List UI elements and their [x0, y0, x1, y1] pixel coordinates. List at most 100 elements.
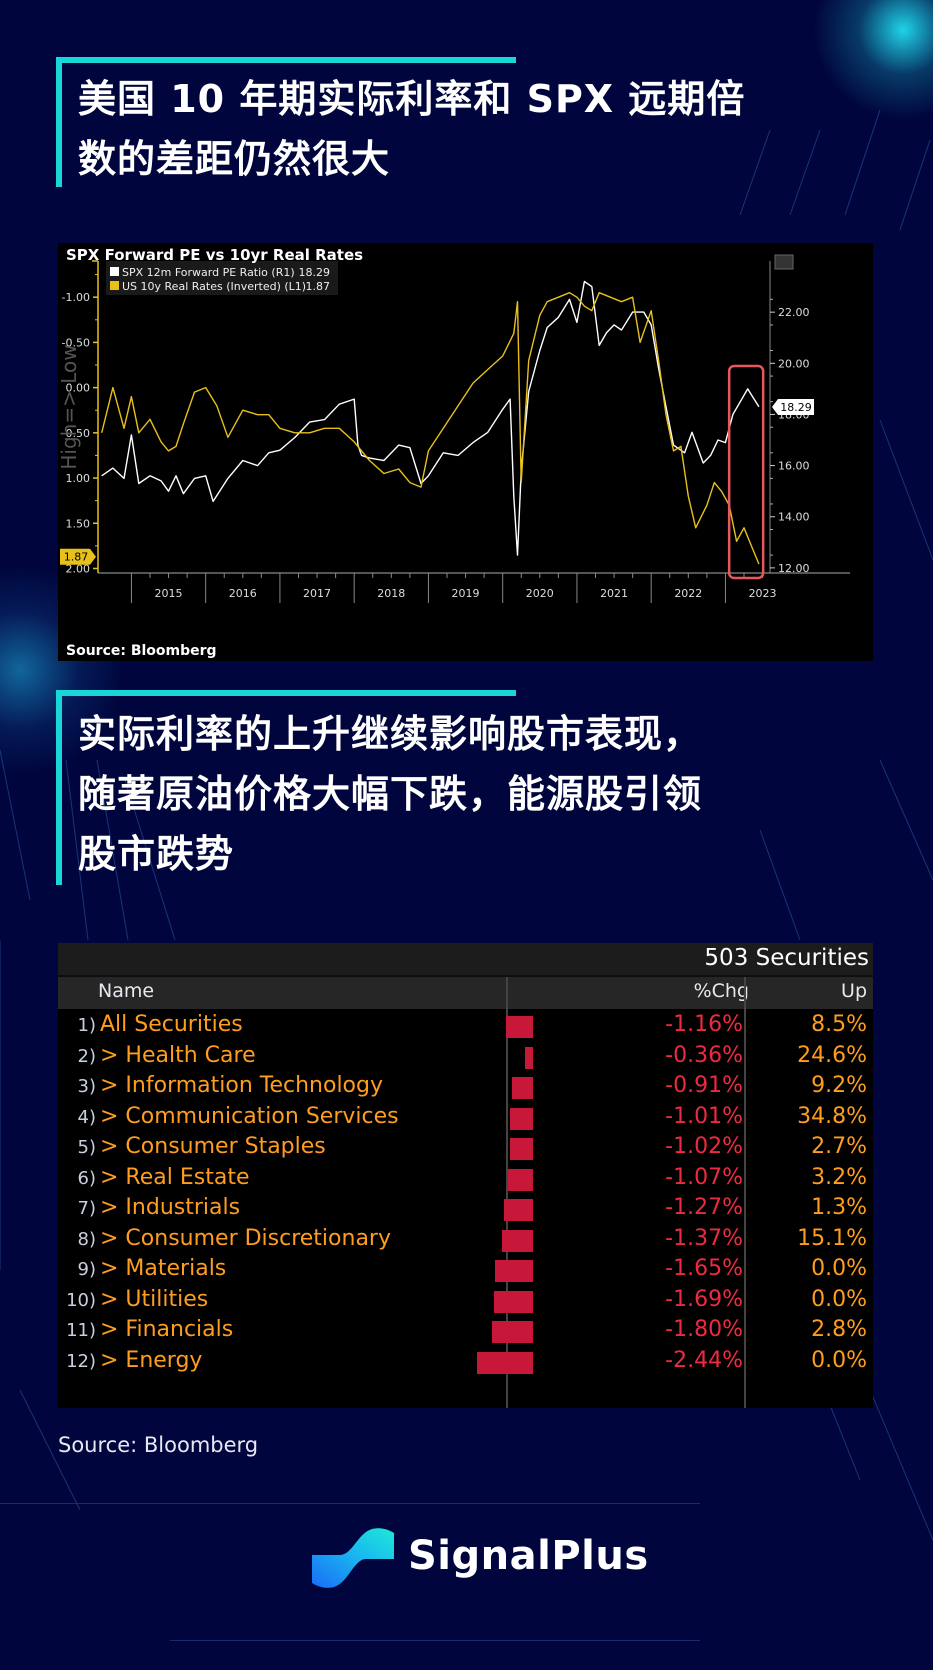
table-row[interactable]: 6) > Real Estate -1.07% 3.2% — [58, 1164, 873, 1196]
row-index: 9) — [77, 1259, 96, 1280]
percent-up: 0.0% — [811, 1286, 867, 1312]
sector-name[interactable]: > Health Care — [100, 1043, 256, 1068]
sector-table: 503 Securities Name %Chg Up 1) All Securi… — [58, 943, 873, 1408]
change-bar — [491, 1321, 533, 1343]
heading-accent-bar-top — [56, 57, 516, 63]
percent-up: 24.6% — [797, 1042, 867, 1068]
table-row[interactable]: 7) > Industrials -1.27% 1.3% — [58, 1194, 873, 1226]
legend-label: SPX 12m Forward PE Ratio (R1) — [122, 266, 295, 279]
brand-logo: SignalPlus — [312, 1525, 648, 1595]
sector-name[interactable]: > Industrials — [100, 1195, 240, 1220]
row-index: 7) — [77, 1198, 96, 1219]
change-bar — [509, 1138, 533, 1160]
table-row[interactable]: 9) > Materials -1.65% 0.0% — [58, 1255, 873, 1287]
x-tick-label: 2016 — [229, 587, 257, 600]
heading-line: 实际利率的上升继续影响股市表现， — [78, 712, 703, 756]
right-tick-label: 14.00 — [778, 511, 810, 524]
percent-change: -1.65% — [665, 1256, 743, 1281]
change-bar — [503, 1199, 533, 1221]
x-tick-label: 2023 — [749, 587, 777, 600]
chart-options-icon — [774, 254, 794, 270]
table-row[interactable]: 1) All Securities -1.16% 8.5% — [58, 1011, 873, 1043]
heading-accent-bar-left — [56, 690, 62, 885]
table-row[interactable]: 2) > Health Care -0.36% 24.6% — [58, 1042, 873, 1074]
right-current-value: 18.29 — [780, 401, 812, 414]
x-tick-label: 2018 — [377, 587, 405, 600]
heading-text: 美国 10 年期实际利率和 SPX 远期倍 数的差距仍然很大 — [78, 69, 745, 189]
real-rates-line — [101, 292, 760, 565]
percent-change: -1.80% — [665, 1317, 743, 1342]
divider — [0, 1503, 700, 1504]
heading-real-rates-gap: 美国 10 年期实际利率和 SPX 远期倍 数的差距仍然很大 — [56, 57, 756, 187]
sector-name[interactable]: > Energy — [100, 1348, 202, 1373]
percent-change: -1.37% — [665, 1225, 743, 1251]
sector-name[interactable]: All Securities — [100, 1012, 243, 1037]
heading-accent-bar-left — [56, 57, 62, 187]
x-tick-label: 2015 — [155, 587, 183, 600]
row-index: 12) — [66, 1350, 96, 1372]
percent-change: -1.27% — [665, 1195, 743, 1220]
securities-count: 503 Securities — [704, 945, 869, 971]
pe-vs-real-rates-chart: -1.00-0.500.000.501.001.502.00High=> Low… — [58, 254, 850, 603]
highlight-box — [727, 364, 765, 580]
right-tick-label: 16.00 — [778, 460, 810, 473]
percent-up: 9.2% — [811, 1073, 867, 1098]
column-header-chg[interactable]: %Chg — [694, 980, 749, 1002]
change-bar — [509, 1107, 533, 1130]
percent-change: -1.69% — [665, 1286, 743, 1312]
percent-up: 0.0% — [811, 1347, 867, 1373]
x-tick-label: 2017 — [303, 587, 331, 600]
chart-panel: -1.00 -0.50 0.00 0.50 1.00 1.50 2.00 High=> Low… — [58, 243, 873, 661]
legend-value: 1.87 — [306, 280, 331, 293]
column-header-up[interactable]: Up — [841, 980, 867, 1002]
percent-change: -1.16% — [665, 1012, 743, 1037]
heading-line: 股市跌势 — [78, 832, 235, 876]
sector-name[interactable]: > Consumer Staples — [100, 1134, 326, 1159]
sector-name[interactable]: > Utilities — [100, 1287, 208, 1312]
row-index: 6) — [77, 1167, 96, 1189]
percent-up: 2.7% — [811, 1134, 867, 1159]
legend-swatch — [110, 281, 119, 290]
row-index: 4) — [77, 1106, 96, 1128]
divider — [170, 1640, 700, 1641]
percent-change: -0.91% — [665, 1073, 743, 1098]
change-bar — [512, 1077, 533, 1099]
percent-change: -1.01% — [665, 1103, 743, 1129]
sector-name[interactable]: > Consumer Discretionary — [100, 1226, 391, 1251]
column-header-name[interactable]: Name — [98, 980, 154, 1002]
left-tick-label: 1.50 — [66, 517, 91, 530]
percent-up: 3.2% — [811, 1164, 867, 1190]
signalplus-logo-icon — [312, 1528, 394, 1588]
row-index: 10) — [66, 1289, 96, 1311]
table-row[interactable]: 4) > Communication Services -1.01% 34.8% — [58, 1103, 873, 1135]
chart-source: Source: Bloomberg — [66, 643, 217, 659]
row-index: 11) — [66, 1320, 96, 1341]
table-row[interactable]: 10) > Utilities -1.69% 0.0% — [58, 1286, 873, 1318]
table-row[interactable]: 3) > Information Technology -0.91% 9.2% — [58, 1072, 873, 1104]
heading-line: 数的差距仍然很大 — [78, 137, 391, 181]
change-bar — [524, 1046, 533, 1069]
left-tick-label: -1.00 — [62, 291, 90, 304]
change-bar — [477, 1351, 533, 1374]
left-tick-label: 1.00 — [66, 472, 91, 485]
sector-name[interactable]: > Communication Services — [100, 1104, 399, 1129]
table-row[interactable]: 11) > Financials -1.80% 2.8% — [58, 1316, 873, 1348]
x-tick-label: 2021 — [600, 587, 628, 600]
change-bar — [495, 1260, 533, 1282]
table-row[interactable]: 8) > Consumer Discretionary -1.37% 15.1% — [58, 1225, 873, 1257]
table-row[interactable]: 12) > Energy -2.44% 0.0% — [58, 1347, 873, 1379]
sector-name[interactable]: > Real Estate — [100, 1165, 249, 1190]
table-source: Source: Bloomberg — [58, 1433, 259, 1457]
sector-name[interactable]: > Materials — [100, 1256, 226, 1281]
sector-name[interactable]: > Financials — [100, 1317, 233, 1342]
percent-up: 8.5% — [811, 1012, 867, 1037]
right-tick-label: 22.00 — [778, 306, 810, 319]
change-bar — [494, 1290, 533, 1313]
left-current-value: 1.87 — [64, 551, 89, 564]
legend-swatch — [110, 267, 119, 276]
heading-accent-bar-top — [56, 690, 516, 696]
percent-up: 2.8% — [811, 1317, 867, 1342]
sector-name[interactable]: > Information Technology — [100, 1073, 383, 1098]
table-row[interactable]: 5) > Consumer Staples -1.02% 2.7% — [58, 1133, 873, 1165]
row-index: 1) — [77, 1015, 96, 1036]
